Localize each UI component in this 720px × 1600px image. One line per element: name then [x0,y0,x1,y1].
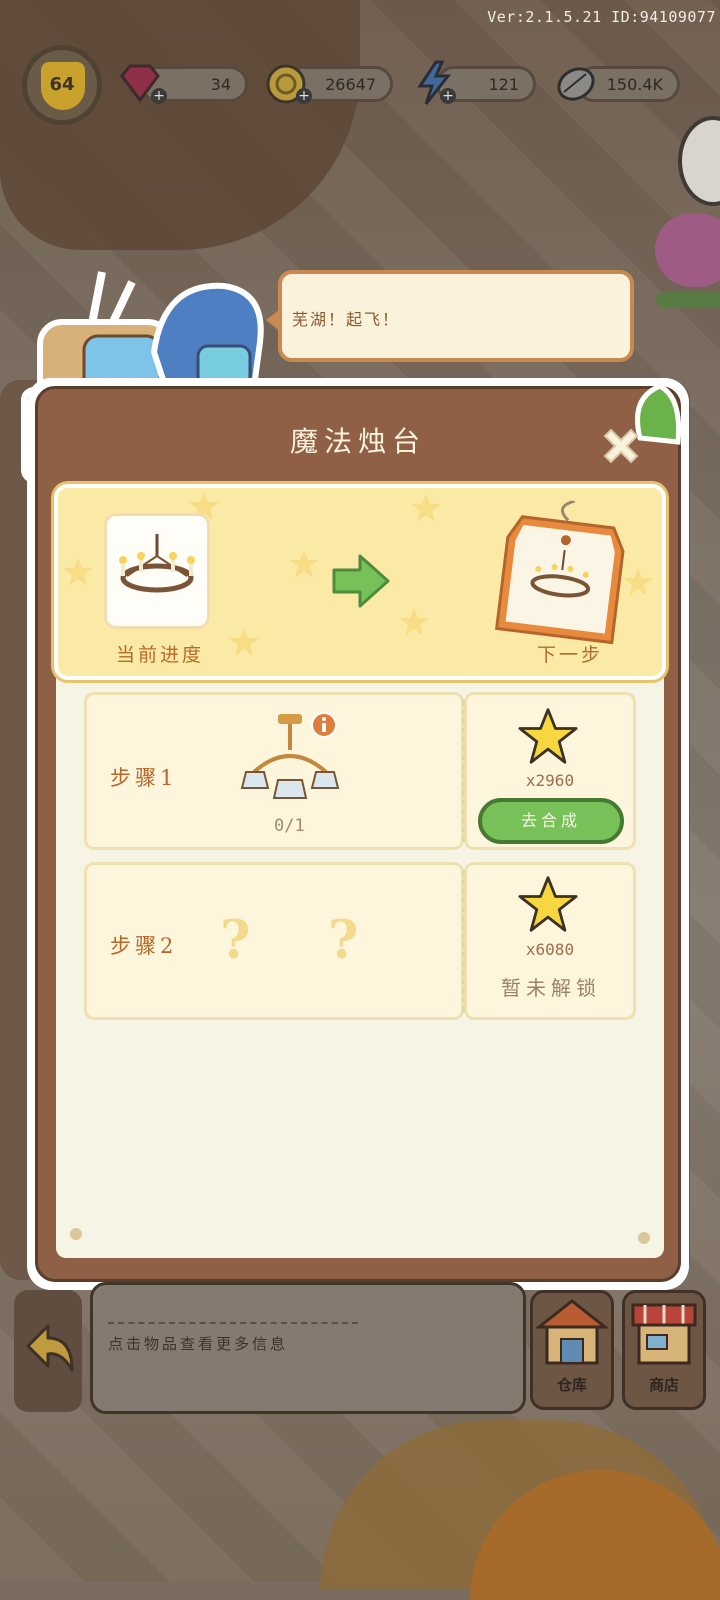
item-info-hint: 点击物品查看更多信息 [108,1335,289,1353]
add-coins-icon[interactable]: + [296,88,312,104]
arrow-right-icon [332,554,390,608]
step-1-reward: x2960 [525,771,575,790]
seed-icon [557,67,595,101]
step-divider [462,700,465,842]
shop-label: 商店 [648,1376,679,1394]
info-divider [108,1322,358,1324]
unknown-item-icon: ? [328,910,359,971]
step-1-progress: 0/1 [274,816,305,836]
step-divider [462,870,465,1012]
piggy-bank-icon[interactable] [655,213,720,287]
player-level-value: 64 [49,74,75,95]
seeds-value: 150.4K [606,75,663,94]
back-arrow-icon [26,1324,74,1372]
unknown-item-icon: ? [220,910,251,971]
step-2-label: 步骤2 [110,934,178,958]
star-icon [518,876,578,932]
chandelier-icon [119,534,195,593]
warehouse-label: 仓库 [556,1376,587,1394]
back-button[interactable] [14,1290,82,1412]
next-step-tag[interactable] [488,492,637,651]
shop-icon [631,1303,697,1365]
dialog-close-button[interactable] [597,422,645,470]
star-icon [518,708,578,764]
panel-corner-dot [70,1228,82,1240]
banner-star-icon [411,494,441,522]
current-progress-label: 当前进度 [115,644,204,666]
panel-corner-dot [638,1232,650,1244]
add-energy-icon[interactable]: + [440,88,456,104]
step-2-locked-status: 暂未解锁 [501,976,601,1000]
dialog-title: 魔法烛台 [289,425,426,458]
banner-star-icon [399,608,429,636]
speech-text: 芜湖！起飞！ [292,310,401,329]
current-item-card[interactable] [104,513,210,629]
banner-star-icon [63,558,93,586]
add-gems-icon[interactable]: + [151,88,167,104]
coins-value: 26647 [325,75,376,94]
version-label: Ver:2.1.5.21 ID:94109077 [487,8,716,26]
gems-value: 34 [210,75,231,94]
step-1-label: 步骤1 [110,766,178,790]
piggy-bank-progress [656,292,720,308]
warehouse-icon [534,1299,610,1365]
energy-value: 121 [488,75,519,94]
step-2-reward: x6080 [525,940,575,959]
banner-star-icon [289,550,319,578]
next-step-label: 下一步 [536,644,603,666]
player-level-badge[interactable]: 64 [22,45,102,125]
banner-star-icon [229,628,259,656]
info-icon[interactable] [310,711,338,739]
go-craft-button[interactable]: 去合成 [478,798,624,844]
